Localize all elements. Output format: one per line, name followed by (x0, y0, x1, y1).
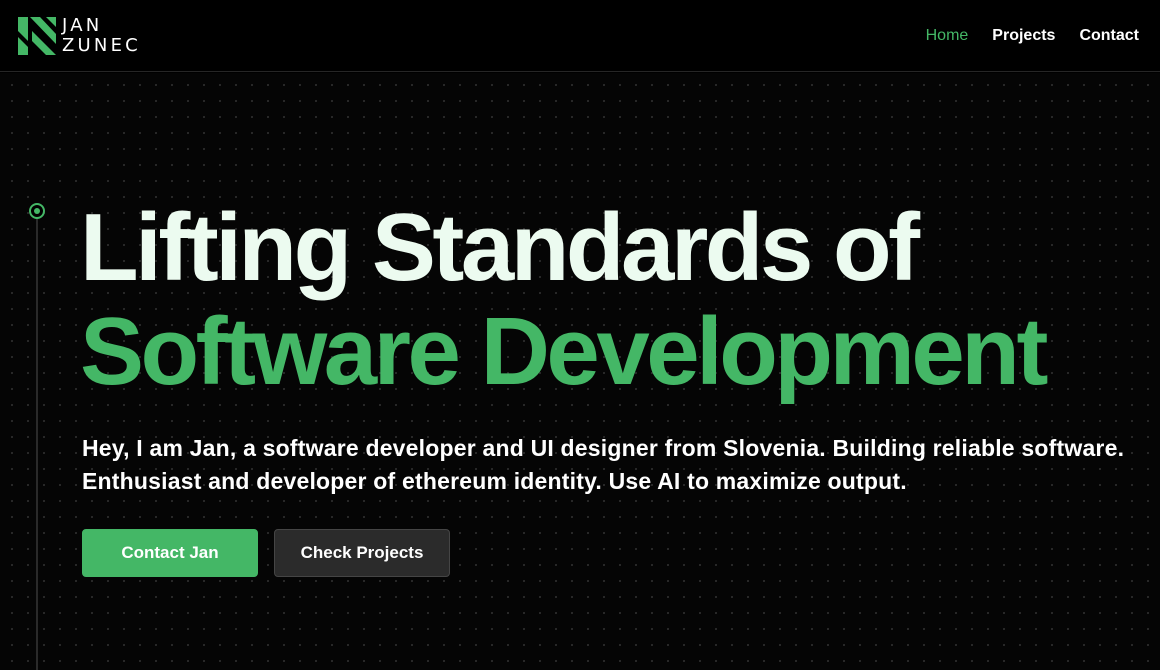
logo-line-2: ZUNEC (62, 34, 141, 56)
logo-link[interactable]: JAN ZUNEC (18, 14, 141, 56)
nav-projects[interactable]: Projects (992, 27, 1055, 45)
hero-intro: Hey, I am Jan, a software developer and … (82, 435, 1125, 494)
headline-line-2: Software Development (80, 298, 1048, 405)
logo-line-1: JAN (62, 14, 103, 36)
headline-line-1: Lifting Standards of (80, 194, 920, 301)
main-nav: Home Projects Contact (926, 27, 1139, 45)
timeline-line (36, 218, 38, 670)
nav-home[interactable]: Home (926, 27, 969, 45)
jz-logo-mark-icon (18, 16, 56, 55)
page: JAN ZUNEC Home Projects Contact Lifting … (0, 0, 1160, 670)
nav-contact[interactable]: Contact (1079, 27, 1139, 45)
site-header: JAN ZUNEC Home Projects Contact (0, 0, 1160, 72)
logo-wordmark: JAN ZUNEC (62, 14, 141, 56)
check-projects-button[interactable]: Check Projects (274, 529, 450, 577)
contact-jan-button[interactable]: Contact Jan (82, 529, 258, 577)
hero-headline: Lifting Standards of Software Developmen… (80, 196, 1140, 404)
timeline-dot-icon (29, 203, 45, 219)
hero-actions: Contact Jan Check Projects (82, 529, 450, 577)
